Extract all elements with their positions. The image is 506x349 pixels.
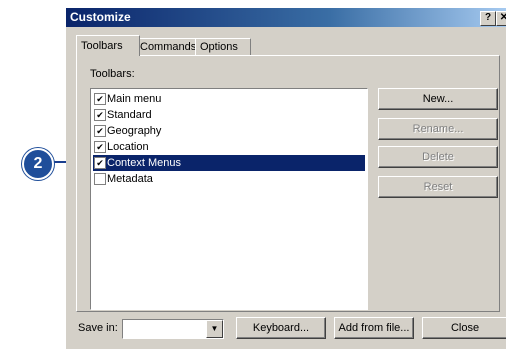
list-item-label: Main menu: [107, 93, 162, 105]
list-item-label: Geography: [107, 125, 162, 137]
window-title: Customize: [70, 10, 131, 24]
step-callout-badge: 2: [22, 148, 54, 180]
new-button[interactable]: New...: [378, 88, 498, 110]
tab-commands[interactable]: Commands: [135, 38, 203, 55]
list-item-location[interactable]: ✔ Location: [93, 139, 365, 155]
checkbox-main-menu[interactable]: ✔: [94, 93, 106, 105]
reset-button[interactable]: Reset: [378, 176, 498, 198]
list-item-context-menus[interactable]: ✔ Context Menus: [93, 155, 365, 171]
dropdown-arrow-icon[interactable]: ▼: [206, 320, 223, 338]
list-item-label: Context Menus: [107, 157, 181, 169]
list-item-label: Standard: [107, 109, 152, 121]
list-item-geography[interactable]: ✔ Geography: [93, 123, 365, 139]
toolbars-label: Toolbars:: [90, 68, 135, 80]
checkbox-metadata[interactable]: [94, 173, 106, 185]
customize-dialog: Customize ? ✕ Toolbars Commands Options …: [66, 8, 506, 349]
title-bar[interactable]: Customize ? ✕: [66, 8, 506, 27]
rename-button[interactable]: Rename...: [378, 118, 498, 140]
checkbox-standard[interactable]: ✔: [94, 109, 106, 121]
checkbox-geography[interactable]: ✔: [94, 125, 106, 137]
list-item-label: Metadata: [107, 173, 153, 185]
close-window-button[interactable]: ✕: [496, 11, 506, 26]
list-item-main-menu[interactable]: ✔ Main menu: [93, 91, 365, 107]
help-button[interactable]: ?: [480, 11, 496, 26]
list-item-metadata[interactable]: Metadata: [93, 171, 365, 187]
checkbox-location[interactable]: ✔: [94, 141, 106, 153]
tab-options[interactable]: Options: [195, 38, 251, 55]
list-item-label: Location: [107, 141, 149, 153]
keyboard-button[interactable]: Keyboard...: [236, 317, 326, 339]
list-item-standard[interactable]: ✔ Standard: [93, 107, 365, 123]
checkbox-context-menus[interactable]: ✔: [94, 157, 106, 169]
save-in-dropdown[interactable]: ▼: [122, 319, 224, 339]
toolbars-list[interactable]: ✔ Main menu ✔ Standard ✔ Geography ✔ Loc…: [90, 88, 368, 310]
tab-toolbars[interactable]: Toolbars: [76, 35, 140, 56]
close-button[interactable]: Close: [422, 317, 506, 339]
save-in-label: Save in:: [78, 322, 118, 334]
delete-button[interactable]: Delete: [378, 146, 498, 168]
add-from-file-button[interactable]: Add from file...: [334, 317, 414, 339]
